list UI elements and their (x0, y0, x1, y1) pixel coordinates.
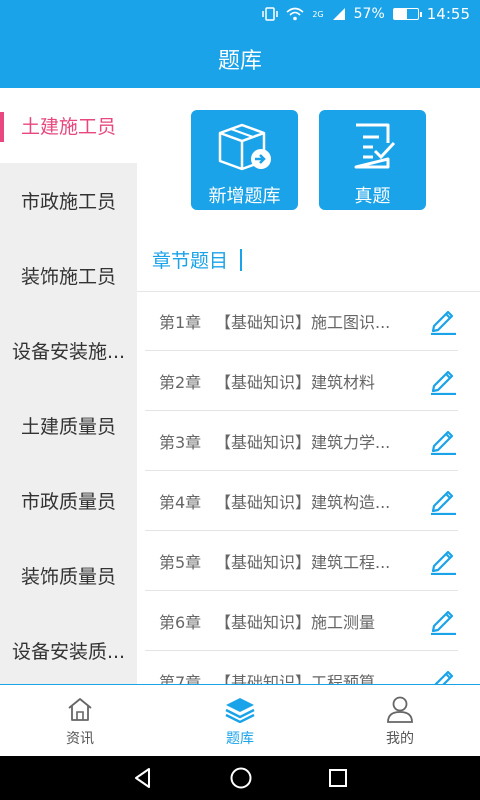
past-exams-label: 真题 (354, 186, 391, 207)
list-item[interactable]: 第6章 【基础知识】施工测量 (145, 591, 458, 651)
sidebar-item-label: 市政施工员 (20, 191, 116, 213)
chapter-list: 第1章 【基础知识】施工图识... 第2章 【基础知识】建筑材料 第3章 【基础… (145, 291, 458, 684)
sidebar-item-label: 设备安装施... (11, 341, 126, 363)
page-title: 题库 (217, 49, 262, 74)
past-exams-button[interactable]: 真题 (319, 110, 426, 210)
chapter-title: 【基础知识】建筑力学... (215, 432, 391, 452)
sidebar-item-zhuangshi-shigongyuan[interactable]: 装饰施工员 (0, 238, 137, 313)
user-icon (386, 694, 414, 724)
list-item[interactable]: 第2章 【基础知识】建筑材料 (145, 351, 458, 411)
chapter-number: 第3章 (159, 432, 202, 452)
chapter-title: 【基础知识】建筑工程... (215, 552, 391, 572)
tab-news[interactable]: 资讯 (0, 685, 160, 756)
wifi-icon (286, 7, 304, 21)
chapter-title: 【基础知识】建筑材料 (215, 372, 376, 392)
section-header: 章节题目 (152, 246, 243, 273)
pencil-icon[interactable] (428, 545, 458, 575)
sidebar-item-shizheng-shigongyuan[interactable]: 市政施工员 (0, 163, 137, 238)
list-item[interactable]: 第3章 【基础知识】建筑力学... (145, 411, 458, 471)
tab-label: 我的 (386, 730, 414, 747)
sidebar-item-shebei-zhiliangyuan[interactable]: 设备安装质... (0, 613, 137, 684)
tab-label: 资讯 (66, 730, 94, 747)
home-circle-icon[interactable] (229, 766, 253, 790)
sidebar-item-label: 市政质量员 (20, 491, 116, 513)
section-title: 章节题目 (152, 250, 229, 272)
status-bar: 2G 57% 14:55 (0, 0, 480, 30)
box-arrow-icon (214, 120, 276, 172)
chapter-title: 【基础知识】建筑构造... (215, 492, 391, 512)
chapter-number: 第4章 (159, 492, 202, 512)
signal-icon (332, 8, 345, 20)
chapter-number: 第7章 (159, 672, 202, 685)
chapter-number: 第5章 (159, 552, 202, 572)
chapter-number: 第2章 (159, 372, 202, 392)
chapter-number: 第1章 (159, 312, 202, 332)
pencil-icon[interactable] (428, 665, 458, 684)
add-question-bank-button[interactable]: 新增题库 (191, 110, 298, 210)
app-bar: 题库 (0, 30, 480, 88)
document-check-icon (348, 120, 398, 172)
pencil-icon[interactable] (428, 365, 458, 395)
vibrate-icon (262, 7, 279, 21)
sidebar-item-label: 装饰施工员 (20, 266, 116, 288)
recents-icon[interactable] (328, 768, 348, 788)
sidebar-item-label: 土建质量员 (20, 416, 116, 438)
list-item[interactable]: 第5章 【基础知识】建筑工程... (145, 531, 458, 591)
sidebar-item-tujian-zhiliangyuan[interactable]: 土建质量员 (0, 388, 137, 463)
pencil-icon[interactable] (428, 425, 458, 455)
pencil-icon[interactable] (428, 605, 458, 635)
home-icon (66, 694, 94, 724)
sidebar-item-tujian-shigongyuan[interactable]: 土建施工员 (0, 88, 137, 163)
sidebar-item-zhuangshi-zhiliangyuan[interactable]: 装饰质量员 (0, 538, 137, 613)
tab-question-bank[interactable]: 题库 (160, 685, 320, 756)
list-item[interactable]: 第4章 【基础知识】建筑构造... (145, 471, 458, 531)
app-root: 2G 57% 14:55 题库 土建施工员 市政施工员 装饰施工员 设备安装施.… (0, 0, 480, 800)
action-buttons: 新增题库 真题 (191, 110, 426, 210)
clock: 14:55 (426, 5, 470, 23)
chapter-title: 【基础知识】施工图识... (215, 312, 391, 332)
tab-label: 题库 (226, 730, 254, 747)
status-icons: 2G 57% 14:55 (262, 5, 470, 23)
bottom-tab-bar: 资讯 题库 我的 (0, 684, 480, 756)
add-question-bank-label: 新增题库 (208, 186, 281, 207)
battery-level (393, 9, 408, 19)
system-nav-bar (0, 756, 480, 800)
sidebar-item-label: 土建施工员 (20, 116, 116, 138)
category-sidebar: 土建施工员 市政施工员 装饰施工员 设备安装施... 土建质量员 市政质量员 装… (0, 88, 137, 684)
chapter-number: 第6章 (159, 612, 202, 632)
back-icon[interactable] (132, 767, 154, 789)
list-item[interactable]: 第7章 【基础知识】工程预算 (145, 651, 458, 684)
battery-percent: 57% (353, 6, 385, 22)
sidebar-item-label: 装饰质量员 (20, 566, 116, 588)
sidebar-item-shebei-shigongyuan[interactable]: 设备安装施... (0, 313, 137, 388)
chapter-title: 【基础知识】施工测量 (215, 612, 376, 632)
battery-icon (392, 8, 422, 20)
sidebar-item-shizheng-zhiliangyuan[interactable]: 市政质量员 (0, 463, 137, 538)
section-divider (240, 248, 243, 271)
list-item[interactable]: 第1章 【基础知识】施工图识... (145, 291, 458, 351)
chapter-title: 【基础知识】工程预算 (215, 672, 376, 685)
pencil-icon[interactable] (428, 485, 458, 515)
pencil-icon[interactable] (428, 305, 458, 335)
tab-profile[interactable]: 我的 (320, 685, 480, 756)
network-type: 2G (312, 9, 324, 19)
main-content: 新增题库 真题 章节题目 第1章 【基础知识】施工图识... 第2章 【基础知识… (137, 88, 480, 684)
layers-icon (224, 694, 256, 724)
sidebar-item-label: 设备安装质... (11, 641, 126, 663)
